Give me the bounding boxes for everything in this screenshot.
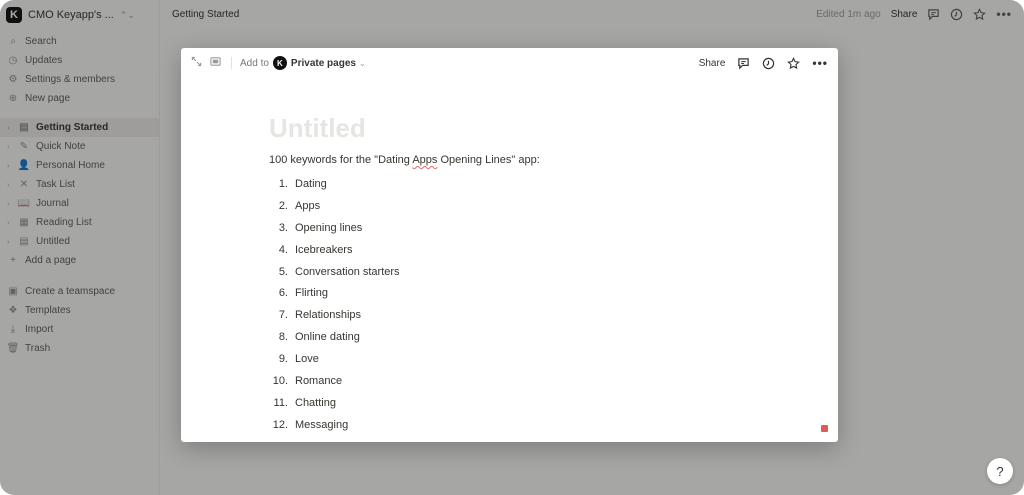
list-item-text: Conversation starters xyxy=(295,265,400,278)
comment-icon[interactable] xyxy=(737,57,750,70)
intro-paragraph[interactable]: 100 keywords for the "Dating Apps Openin… xyxy=(269,153,789,167)
list-item[interactable]: 11. Chatting xyxy=(269,392,789,414)
page-peek-modal: Add to K Private pages ⌄ Share ••• Untit… xyxy=(181,48,838,442)
list-item-text: Flirting xyxy=(295,287,329,300)
list-item-text: Icebreakers xyxy=(295,243,353,256)
star-icon[interactable] xyxy=(787,56,801,70)
list-item[interactable]: 1. Dating xyxy=(269,173,789,195)
list-item[interactable]: 12. Messaging xyxy=(269,414,789,436)
page-title-input[interactable]: Untitled xyxy=(269,112,789,144)
list-item[interactable]: 5. Conversation starters xyxy=(269,261,789,283)
list-item-number: 5. xyxy=(278,265,288,278)
list-item[interactable]: 3. Opening lines xyxy=(269,217,789,239)
list-item-number: 12. xyxy=(272,418,288,431)
more-icon[interactable]: ••• xyxy=(812,56,828,70)
list-item-number: 2. xyxy=(278,199,288,212)
help-button[interactable]: ? xyxy=(987,458,1013,484)
list-item-text: Chatting xyxy=(295,396,336,409)
workspace-avatar-icon: K xyxy=(272,56,287,70)
list-item-text: Online dating xyxy=(295,331,360,344)
keyword-list: 1. Dating 2. Apps 3. Opening lines 4. Icebreake… xyxy=(269,173,789,442)
list-item-number: 13. xyxy=(269,441,288,442)
list-item[interactable]: 6. Flirting xyxy=(269,282,789,304)
list-item-number: 7. xyxy=(278,309,288,322)
modal-toolbar: Add to K Private pages ⌄ Share ••• xyxy=(181,48,838,78)
list-item-text: Apps xyxy=(295,199,321,212)
list-item-number: 8. xyxy=(278,331,288,344)
list-item[interactable]: 2. Apps xyxy=(269,195,789,217)
list-item-text: Messaging xyxy=(295,418,349,431)
list-item[interactable]: 4. Icebreakers xyxy=(269,239,789,261)
list-item-number: 9. xyxy=(278,353,288,366)
intro-text-start: 100 keywords for the "Dating xyxy=(269,154,413,166)
list-item[interactable]: 10. Romance xyxy=(269,370,789,392)
list-item-text: Romance xyxy=(295,374,343,387)
list-item-number: 1. xyxy=(278,177,288,190)
list-item[interactable]: 9. Love xyxy=(269,348,789,370)
destination-select[interactable]: Private pages xyxy=(291,58,356,69)
chevron-down-icon[interactable]: ⌄ xyxy=(359,59,366,68)
list-item[interactable]: 8. Online dating xyxy=(269,326,789,348)
intro-text-end: Opening Lines" app: xyxy=(437,154,540,166)
list-item-text: Communication xyxy=(295,441,371,442)
list-item-number: 3. xyxy=(278,221,288,234)
spellcheck-word: Apps xyxy=(412,154,438,166)
list-item-number: 11. xyxy=(273,396,288,409)
expand-icon[interactable] xyxy=(191,56,202,70)
clock-icon[interactable] xyxy=(762,57,775,70)
app-window: K CMO Keyapp's ... ⌃⌄ ⌕ Search ◷ Updates ⚙ Se… xyxy=(0,0,1024,495)
list-item[interactable]: 13. Communication xyxy=(269,436,789,442)
list-item-text: Love xyxy=(295,353,319,366)
page-content: Untitled 100 keywords for the "Dating Ap… xyxy=(269,112,789,442)
modal-share-button[interactable]: Share xyxy=(699,58,726,69)
list-item-text: Opening lines xyxy=(295,221,363,234)
list-item-text: Dating xyxy=(295,177,327,190)
list-item-number: 4. xyxy=(278,243,288,256)
list-item[interactable]: 7. Relationships xyxy=(269,304,789,326)
toolbar-divider xyxy=(231,57,232,69)
list-item-number: 10. xyxy=(272,374,288,387)
recording-indicator-icon xyxy=(821,425,828,432)
list-item-text: Relationships xyxy=(295,309,362,322)
add-to-label: Add to xyxy=(240,57,269,69)
list-item-number: 6. xyxy=(278,287,288,300)
open-as-page-icon[interactable] xyxy=(210,56,221,70)
